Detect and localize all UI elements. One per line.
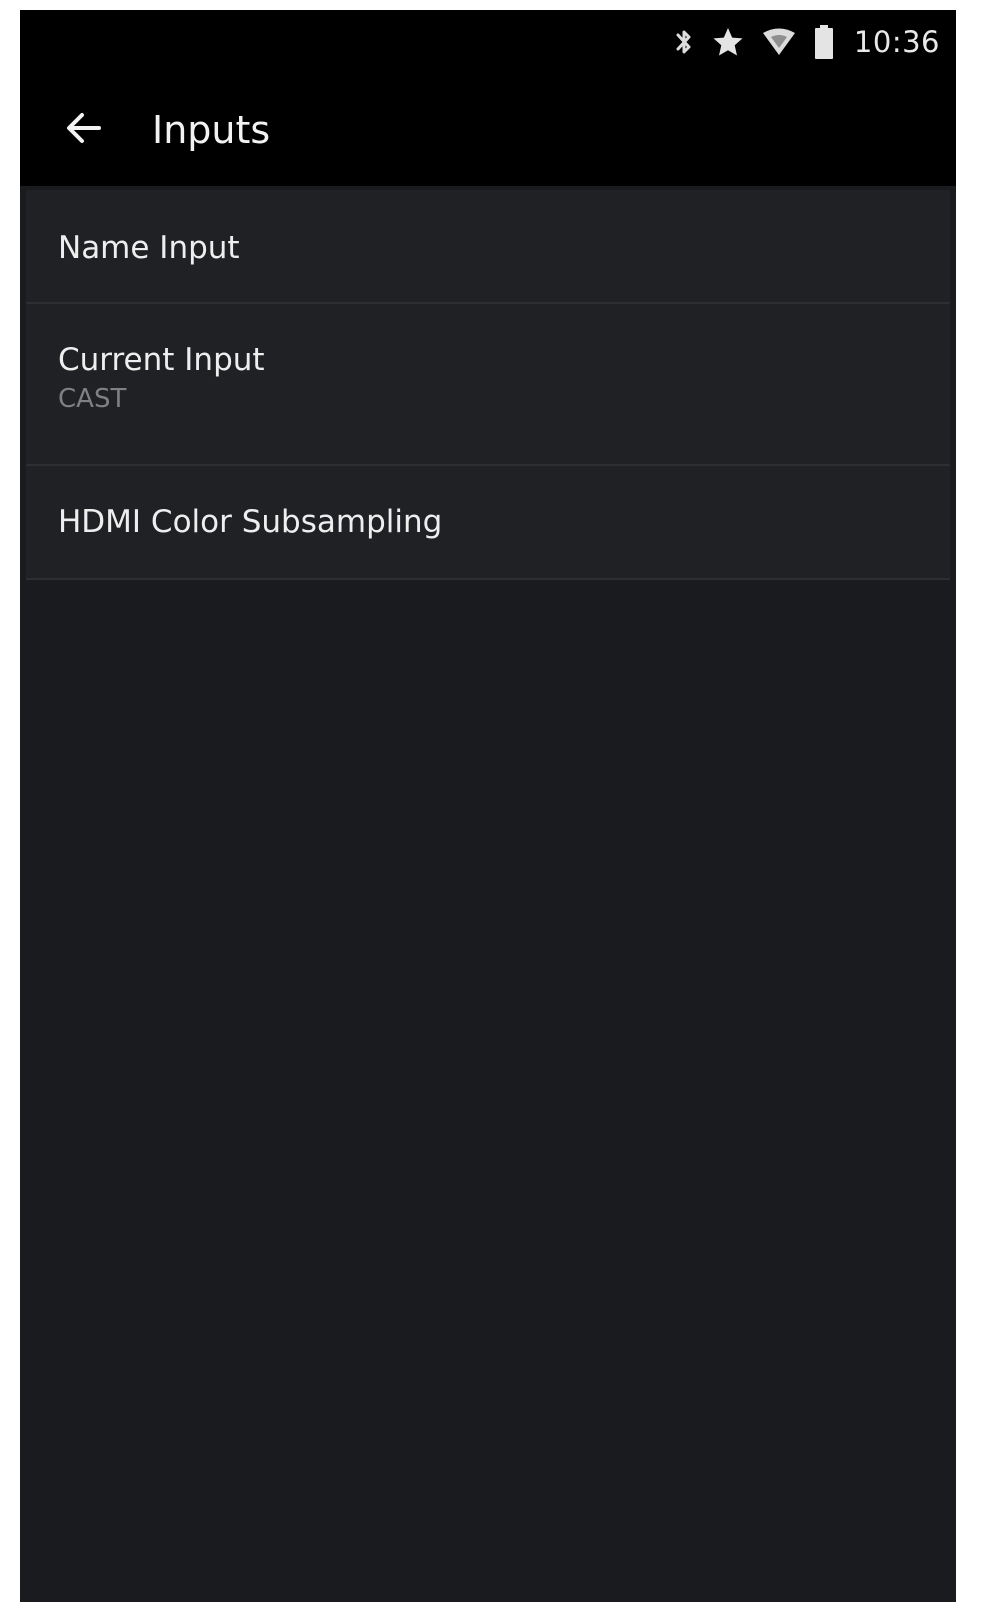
page-title: Inputs xyxy=(152,108,271,152)
setting-name-input[interactable]: Name Input xyxy=(26,190,950,304)
app-bar: Inputs xyxy=(20,80,956,186)
phone-screen: 10:36 Inputs Name Input Current Input CA… xyxy=(20,10,956,1602)
status-icons: 10:36 xyxy=(674,24,940,60)
setting-current-input[interactable]: Current Input CAST xyxy=(26,304,950,466)
clock: 10:36 xyxy=(853,25,940,59)
status-bar: 10:36 xyxy=(20,10,956,80)
wifi-icon xyxy=(762,27,796,57)
bluetooth-icon xyxy=(674,26,694,58)
setting-title: HDMI Color Subsampling xyxy=(58,504,443,540)
setting-title: Current Input xyxy=(58,342,265,378)
setting-hdmi-color-subsampling[interactable]: HDMI Color Subsampling xyxy=(26,466,950,580)
battery-icon xyxy=(814,25,834,59)
setting-title: Name Input xyxy=(58,230,240,266)
back-button[interactable] xyxy=(56,102,112,158)
arrow-left-icon xyxy=(64,108,104,152)
star-icon xyxy=(712,26,744,58)
top-bar: 10:36 Inputs xyxy=(20,10,956,186)
settings-list: Name Input Current Input CAST HDMI Color… xyxy=(26,190,950,580)
setting-value: CAST xyxy=(58,384,127,414)
